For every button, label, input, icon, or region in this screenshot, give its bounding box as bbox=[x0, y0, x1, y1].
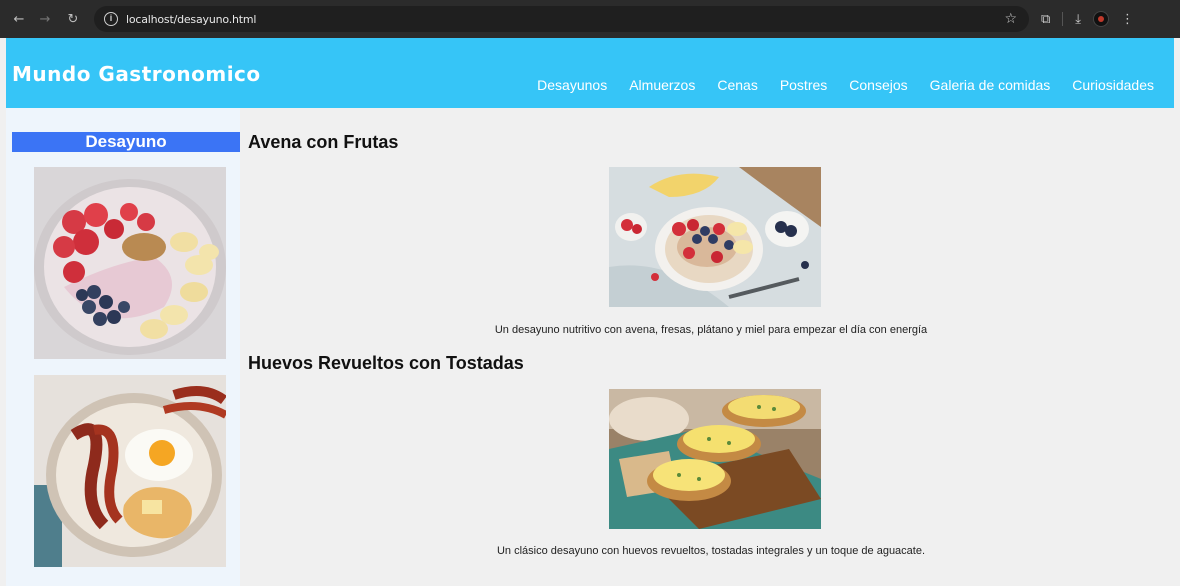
article-title: Avena con Frutas bbox=[248, 132, 399, 152]
download-icon[interactable]: ⤓ bbox=[1075, 12, 1081, 27]
scrambled-eggs-toast-image bbox=[609, 389, 821, 529]
reload-icon[interactable]: ↻ bbox=[62, 12, 84, 27]
back-icon[interactable]: ← bbox=[8, 12, 30, 27]
nav-cenas[interactable]: Cenas bbox=[717, 77, 757, 93]
yogurt-bowl-image bbox=[34, 167, 226, 359]
nav-postres[interactable]: Postres bbox=[780, 77, 827, 93]
browser-menu-icon[interactable]: ⋮ bbox=[1121, 12, 1134, 27]
nav-almuerzos[interactable]: Almuerzos bbox=[629, 77, 695, 93]
forward-icon[interactable]: → bbox=[34, 12, 56, 27]
toolbar-divider bbox=[1062, 12, 1064, 26]
oatmeal-fruit-image bbox=[609, 167, 821, 307]
url-text[interactable]: localhost/desayuno.html bbox=[126, 13, 1004, 26]
site-info-icon[interactable]: i bbox=[104, 12, 118, 26]
main-nav: Desayunos Almuerzos Cenas Postres Consej… bbox=[537, 77, 1154, 93]
bookmark-star-icon[interactable]: ☆ bbox=[1004, 11, 1017, 27]
address-bar[interactable]: i localhost/desayuno.html ☆ bbox=[94, 6, 1029, 32]
bacon-egg-plate-image bbox=[34, 375, 226, 567]
article-caption: Un clásico desayuno con huevos revueltos… bbox=[496, 545, 926, 557]
main-content: Avena con Frutas Un desayuno nutritivo c… bbox=[248, 108, 1174, 586]
article-title: Huevos Revueltos con Tostadas bbox=[248, 353, 524, 373]
site-logo[interactable]: Mundo Gastronomico bbox=[12, 62, 261, 86]
profile-avatar-icon[interactable] bbox=[1093, 11, 1110, 27]
article-caption: Un desayuno nutritivo con avena, fresas,… bbox=[494, 324, 928, 336]
browser-toolbar: ← → ↻ i localhost/desayuno.html ☆ ⧉ ⤓ ⋮ bbox=[0, 0, 1180, 38]
site-header: Mundo Gastronomico Desayunos Almuerzos C… bbox=[6, 38, 1174, 108]
nav-desayunos[interactable]: Desayunos bbox=[537, 77, 607, 93]
sidebar: Desayuno bbox=[6, 108, 240, 586]
extensions-icon[interactable]: ⧉ bbox=[1041, 12, 1050, 27]
nav-galeria[interactable]: Galeria de comidas bbox=[930, 77, 1051, 93]
nav-curiosidades[interactable]: Curiosidades bbox=[1072, 77, 1154, 93]
sidebar-title: Desayuno bbox=[12, 132, 240, 152]
nav-consejos[interactable]: Consejos bbox=[849, 77, 907, 93]
